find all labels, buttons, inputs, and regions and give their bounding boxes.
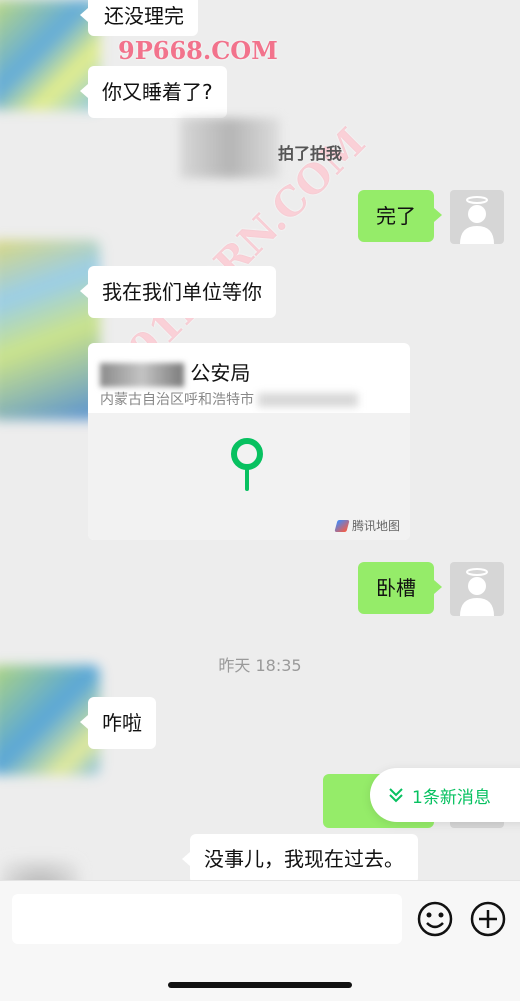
new-messages-button[interactable]: 1条新消息 [370, 768, 520, 822]
message-outgoing[interactable]: 完了 [358, 190, 442, 242]
location-address: 内蒙古自治区呼和浩特市 [100, 389, 359, 409]
default-avatar-icon [460, 568, 494, 616]
map-preview[interactable]: 腾讯地图 [88, 413, 410, 540]
message-text: 还没理完 [104, 4, 184, 28]
new-messages-label: 1条新消息 [412, 787, 491, 808]
pat-text: 拍了拍我 [278, 144, 343, 163]
location-title-suffix: 公安局 [190, 361, 251, 385]
location-pin-icon [231, 438, 263, 491]
message-text: 没事儿，我现在过去。 [204, 847, 404, 871]
location-title: 公安局 [100, 357, 250, 387]
message-input[interactable] [12, 894, 402, 944]
avatar-contact-2[interactable] [0, 240, 100, 420]
location-address-blur [258, 393, 359, 407]
emoji-icon [417, 901, 453, 937]
plus-icon [470, 901, 506, 937]
message-incoming[interactable]: 没事儿，我现在过去。 [182, 834, 418, 884]
message-incoming[interactable]: 还没理完 [80, 0, 198, 36]
avatar-self[interactable] [450, 190, 504, 244]
message-incoming[interactable]: 你又睡着了? [80, 66, 227, 118]
message-text: 完了 [376, 204, 416, 228]
message-text: 咋啦 [102, 711, 142, 735]
message-text: 卧槽 [376, 576, 416, 600]
default-avatar-icon [460, 196, 494, 244]
avatar-self[interactable] [450, 562, 504, 616]
home-indicator [168, 982, 352, 988]
timestamp: 昨天 18:35 [218, 656, 302, 675]
double-chevron-down-icon [389, 788, 403, 803]
map-brand-label: 腾讯地图 [351, 519, 400, 533]
location-card[interactable]: 公安局 内蒙古自治区呼和浩特市 腾讯地图 [88, 343, 410, 540]
tencent-map-icon [334, 519, 350, 532]
message-outgoing[interactable]: 卧槽 [358, 562, 442, 614]
pat-notice: 拍了拍我 [180, 118, 400, 178]
location-address-text: 内蒙古自治区呼和浩特市 [100, 392, 254, 408]
message-text: 你又睡着了? [102, 80, 213, 104]
message-text: 我在我们单位等你 [102, 280, 262, 304]
location-name-blur [100, 362, 184, 387]
message-incoming[interactable]: 我在我们单位等你 [80, 266, 276, 318]
watermark-top: 9P668.COM [118, 36, 278, 65]
map-brand: 腾讯地图 [334, 517, 400, 534]
pat-name-blur [180, 118, 280, 178]
message-incoming[interactable]: 咋啦 [80, 697, 156, 749]
